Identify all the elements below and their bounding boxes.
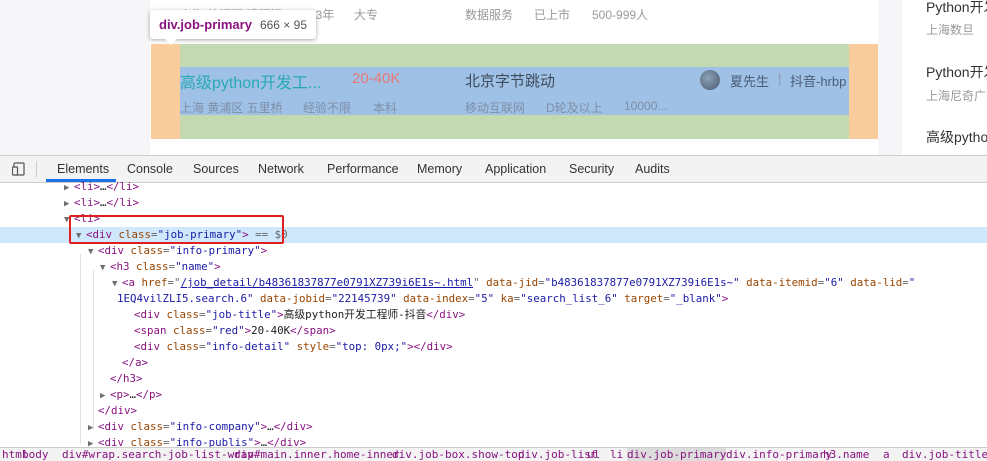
- dom-node-h3-close[interactable]: </h3>: [0, 371, 987, 387]
- breadcrumb-item[interactable]: body: [22, 448, 49, 461]
- tab-divider: [36, 161, 37, 177]
- breadcrumb-item[interactable]: div#wrap.search-job-list-wrap: [62, 448, 254, 461]
- expand-triangle-icon[interactable]: ▶: [88, 420, 98, 436]
- job-title-link[interactable]: 高级python开发工...: [180, 69, 321, 93]
- breadcrumb-item[interactable]: div.job-list: [518, 448, 597, 461]
- sidebar-job-company: 上海尼奇广: [926, 89, 987, 103]
- breadcrumb-item[interactable]: ul: [587, 448, 600, 461]
- dom-node-a-close[interactable]: </a>: [0, 355, 987, 371]
- annotation-highlight-box: [69, 215, 284, 244]
- sidebar-job-title[interactable]: Python开发: [926, 0, 987, 17]
- expand-triangle-icon[interactable]: ▶: [100, 388, 110, 404]
- prev-company-stage: 已上市: [534, 8, 571, 22]
- expand-triangle-icon[interactable]: ▶: [64, 180, 74, 196]
- breadcrumb-item[interactable]: div.job-box.show-top: [392, 448, 524, 461]
- job-salary: 20-40K: [352, 70, 401, 87]
- breadcrumb-item[interactable]: a: [883, 448, 890, 461]
- dom-node-info-company[interactable]: ▶ <div class="info-company">…</div>: [0, 419, 987, 435]
- tooltip-element-name: div.job-primary: [159, 17, 252, 32]
- device-toolbar-icon[interactable]: [12, 162, 26, 176]
- recruiter-name: 夏先生: [730, 74, 770, 89]
- dom-node-info-detail[interactable]: <div class="info-detail" style="top: 0px…: [0, 339, 987, 355]
- collapse-triangle-icon[interactable]: ▼: [112, 276, 122, 292]
- recruiter-title: 抖音-hrbp: [790, 74, 847, 89]
- dom-node-a-link[interactable]: ▼ <a href="/job_detail/b48361837877e0791X…: [0, 275, 987, 291]
- company-industry: 移动互联网: [465, 101, 526, 115]
- prev-job-education: 大专: [354, 8, 379, 22]
- company-size: 10000...: [624, 99, 668, 113]
- page-viewport: 上海 徐汇区 漕河泾 1-3年 大专 数据服务 已上市 500-999人 高级p…: [0, 0, 987, 155]
- tooltip-arrow: [164, 38, 178, 45]
- collapse-triangle-icon[interactable]: ▼: [100, 260, 110, 276]
- devtools-panel: Elements Console Sources Network Perform…: [0, 155, 987, 461]
- breadcrumb-item[interactable]: div#main.inner.home-inner: [234, 448, 400, 461]
- elements-dom-tree: ▶ <li>…</li> ▶ <li>…</li> ▼ <li> ▼ <div clas…: [0, 180, 987, 449]
- href-link[interactable]: /job_detail/b48361837877e0791XZ739i6E1s~…: [181, 276, 474, 289]
- dom-node-salary-span[interactable]: <span class="red">20-40K</span>: [0, 323, 987, 339]
- dom-node-info-primary[interactable]: ▼ <div class="info-primary">: [0, 243, 987, 259]
- dom-node-li[interactable]: ▶ <li>…</li>: [0, 179, 987, 195]
- collapse-triangle-icon[interactable]: ▼: [88, 244, 98, 260]
- dom-breadcrumb-bar: html body div#wrap.search-job-list-wrap …: [0, 447, 987, 461]
- recommend-sidebar: Python开发 上海数旦 Python开发 上海尼奇广 高级python: [902, 0, 987, 155]
- inspect-tooltip: div.job-primary 666 × 95: [150, 10, 316, 39]
- dom-node-h3-name[interactable]: ▼ <h3 class="name">: [0, 259, 987, 275]
- dom-node-div-close[interactable]: </div>: [0, 403, 987, 419]
- dom-node-li[interactable]: ▶ <li>…</li>: [0, 195, 987, 211]
- breadcrumb-item[interactable]: li: [610, 448, 623, 461]
- job-experience: 经验不限: [303, 101, 352, 115]
- tooltip-element-size: 666 × 95: [259, 17, 307, 32]
- expand-triangle-icon[interactable]: ▶: [64, 196, 74, 212]
- breadcrumb-item[interactable]: div.job-title: [902, 448, 987, 461]
- job-location: 上海 黄浦区 五里桥: [180, 101, 283, 115]
- prev-company-size: 500-999人: [592, 8, 649, 22]
- dom-node-a-attrs[interactable]: 1EQ4vilZLI5.search.6" data-jobid="221457…: [0, 291, 987, 307]
- breadcrumb-item-active[interactable]: div.job-primary: [627, 448, 727, 461]
- sidebar-job-title[interactable]: 高级python: [926, 127, 987, 147]
- company-name-link[interactable]: 北京字节跳动: [465, 70, 555, 91]
- prev-company-industry: 数据服务: [465, 8, 514, 22]
- sidebar-job-company: 上海数旦: [926, 23, 975, 37]
- recruiter-avatar: [700, 70, 720, 90]
- sidebar-job-title[interactable]: Python开发: [926, 62, 987, 82]
- dom-node-p[interactable]: ▶ <p>…</p>: [0, 387, 987, 403]
- job-education: 本科: [373, 101, 398, 115]
- dom-node-job-title[interactable]: <div class="job-title">高级python开发工程师-抖音<…: [0, 307, 987, 323]
- breadcrumb-item[interactable]: h3.name: [823, 448, 869, 461]
- recruiter-separator: |: [778, 71, 782, 86]
- company-stage: D轮及以上: [546, 101, 603, 115]
- breadcrumb-item[interactable]: div.info-primary: [726, 448, 832, 461]
